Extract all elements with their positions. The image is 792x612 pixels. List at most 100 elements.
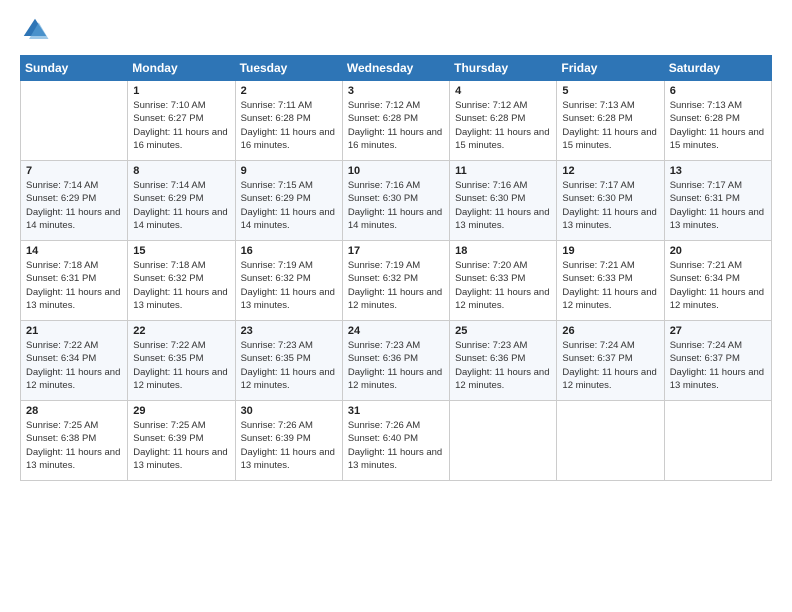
- day-info: Sunrise: 7:18 AMSunset: 6:31 PMDaylight:…: [26, 259, 122, 312]
- day-number: 25: [455, 325, 551, 337]
- day-number: 2: [241, 85, 337, 97]
- day-number: 6: [670, 85, 766, 97]
- day-number: 7: [26, 165, 122, 177]
- calendar-cell: 3Sunrise: 7:12 AMSunset: 6:28 PMDaylight…: [342, 81, 449, 161]
- calendar-cell: 13 Sunrise: 7:17 AMSunset: 6:31 PMDayligh…: [664, 161, 771, 241]
- day-number: 12: [562, 165, 658, 177]
- day-number: 26: [562, 325, 658, 337]
- calendar-table: SundayMondayTuesdayWednesdayThursdayFrid…: [20, 55, 772, 481]
- calendar-cell: 7Sunrise: 7:14 AMSunset: 6:29 PMDaylight…: [21, 161, 128, 241]
- day-number: 17: [348, 245, 444, 257]
- calendar-cell: 26 Sunrise: 7:24 AMSunset: 6:37 PMDayligh…: [557, 321, 664, 401]
- day-number: 19: [562, 245, 658, 257]
- calendar-cell: 5 Sunrise: 7:13 AMSunset: 6:28 PMDaylight…: [557, 81, 664, 161]
- calendar-header: SundayMondayTuesdayWednesdayThursdayFrid…: [21, 56, 772, 81]
- calendar-cell: 14Sunrise: 7:18 AMSunset: 6:31 PMDayligh…: [21, 241, 128, 321]
- day-number: 28: [26, 405, 122, 417]
- calendar-cell: 30 Sunrise: 7:26 AMSunset: 6:39 PMDayligh…: [235, 401, 342, 481]
- day-number: 10: [348, 165, 444, 177]
- calendar-cell: 22Sunrise: 7:22 AMSunset: 6:35 PMDayligh…: [128, 321, 235, 401]
- weekday-header-sunday: Sunday: [21, 56, 128, 81]
- day-number: 1: [133, 85, 229, 97]
- day-info: Sunrise: 7:14 AMSunset: 6:29 PMDaylight:…: [133, 179, 229, 232]
- weekday-header-tuesday: Tuesday: [235, 56, 342, 81]
- calendar-body: 1Sunrise: 7:10 AMSunset: 6:27 PMDaylight…: [21, 81, 772, 481]
- day-info: Sunrise: 7:16 AMSunset: 6:30 PMDaylight:…: [348, 179, 444, 232]
- day-number: 15: [133, 245, 229, 257]
- day-info: Sunrise: 7:18 AMSunset: 6:32 PMDaylight:…: [133, 259, 229, 312]
- calendar-cell: 21Sunrise: 7:22 AMSunset: 6:34 PMDayligh…: [21, 321, 128, 401]
- calendar-cell: 20 Sunrise: 7:21 AMSunset: 6:34 PMDayligh…: [664, 241, 771, 321]
- calendar-cell: 25 Sunrise: 7:23 AMSunset: 6:36 PMDayligh…: [450, 321, 557, 401]
- calendar-cell: 6Sunrise: 7:13 AMSunset: 6:28 PMDaylight…: [664, 81, 771, 161]
- weekday-header-wednesday: Wednesday: [342, 56, 449, 81]
- day-info: Sunrise: 7:21 AMSunset: 6:33 PMDaylight:…: [562, 259, 658, 312]
- day-number: 18: [455, 245, 551, 257]
- weekday-header-monday: Monday: [128, 56, 235, 81]
- day-number: 24: [348, 325, 444, 337]
- day-number: 4: [455, 85, 551, 97]
- day-info: Sunrise: 7:23 AMSunset: 6:36 PMDaylight:…: [455, 339, 551, 392]
- day-info: Sunrise: 7:25 AMSunset: 6:39 PMDaylight:…: [133, 419, 229, 472]
- calendar-cell: 19 Sunrise: 7:21 AMSunset: 6:33 PMDayligh…: [557, 241, 664, 321]
- day-info: Sunrise: 7:19 AMSunset: 6:32 PMDaylight:…: [241, 259, 337, 312]
- weekday-header-friday: Friday: [557, 56, 664, 81]
- day-number: 9: [241, 165, 337, 177]
- calendar-cell: 29 Sunrise: 7:25 AMSunset: 6:39 PMDayligh…: [128, 401, 235, 481]
- calendar-cell: [557, 401, 664, 481]
- calendar-cell: 12 Sunrise: 7:17 AMSunset: 6:30 PMDayligh…: [557, 161, 664, 241]
- calendar-week-5: 28 Sunrise: 7:25 AMSunset: 6:38 PMDayligh…: [21, 401, 772, 481]
- calendar-cell: 9 Sunrise: 7:15 AMSunset: 6:29 PMDaylight…: [235, 161, 342, 241]
- day-number: 13: [670, 165, 766, 177]
- day-info: Sunrise: 7:17 AMSunset: 6:31 PMDaylight:…: [670, 179, 766, 232]
- calendar-week-2: 7 Sunrise: 7:14 AMSunset: 6:29 PMDaylight…: [21, 161, 772, 241]
- calendar-cell: [450, 401, 557, 481]
- day-info: Sunrise: 7:16 AMSunset: 6:30 PMDaylight:…: [455, 179, 551, 232]
- day-number: 5: [562, 85, 658, 97]
- day-info: Sunrise: 7:22 AMSunset: 6:34 PMDaylight:…: [26, 339, 122, 392]
- day-info: Sunrise: 7:23 AMSunset: 6:36 PMDaylight:…: [348, 339, 444, 392]
- calendar-cell: 23Sunrise: 7:23 AMSunset: 6:35 PMDayligh…: [235, 321, 342, 401]
- weekday-header-thursday: Thursday: [450, 56, 557, 81]
- day-info: Sunrise: 7:15 AMSunset: 6:29 PMDaylight:…: [241, 179, 337, 232]
- day-info: Sunrise: 7:21 AMSunset: 6:34 PMDaylight:…: [670, 259, 766, 312]
- calendar-cell: 2 Sunrise: 7:11 AMSunset: 6:28 PMDaylight…: [235, 81, 342, 161]
- day-info: Sunrise: 7:22 AMSunset: 6:35 PMDaylight:…: [133, 339, 229, 392]
- calendar-cell: 1Sunrise: 7:10 AMSunset: 6:27 PMDaylight…: [128, 81, 235, 161]
- calendar-cell: 16 Sunrise: 7:19 AMSunset: 6:32 PMDayligh…: [235, 241, 342, 321]
- calendar-cell: [21, 81, 128, 161]
- day-info: Sunrise: 7:23 AMSunset: 6:35 PMDaylight:…: [241, 339, 337, 392]
- calendar-cell: 4 Sunrise: 7:12 AMSunset: 6:28 PMDaylight…: [450, 81, 557, 161]
- calendar-week-4: 21Sunrise: 7:22 AMSunset: 6:34 PMDayligh…: [21, 321, 772, 401]
- weekday-header-saturday: Saturday: [664, 56, 771, 81]
- day-info: Sunrise: 7:13 AMSunset: 6:28 PMDaylight:…: [562, 99, 658, 152]
- day-number: 16: [241, 245, 337, 257]
- day-number: 31: [348, 405, 444, 417]
- calendar-cell: 24 Sunrise: 7:23 AMSunset: 6:36 PMDayligh…: [342, 321, 449, 401]
- calendar-cell: 18Sunrise: 7:20 AMSunset: 6:33 PMDayligh…: [450, 241, 557, 321]
- calendar-week-1: 1Sunrise: 7:10 AMSunset: 6:27 PMDaylight…: [21, 81, 772, 161]
- day-info: Sunrise: 7:19 AMSunset: 6:32 PMDaylight:…: [348, 259, 444, 312]
- day-number: 30: [241, 405, 337, 417]
- day-info: Sunrise: 7:17 AMSunset: 6:30 PMDaylight:…: [562, 179, 658, 232]
- day-info: Sunrise: 7:12 AMSunset: 6:28 PMDaylight:…: [348, 99, 444, 152]
- day-info: Sunrise: 7:26 AMSunset: 6:39 PMDaylight:…: [241, 419, 337, 472]
- day-info: Sunrise: 7:12 AMSunset: 6:28 PMDaylight:…: [455, 99, 551, 152]
- calendar-week-3: 14Sunrise: 7:18 AMSunset: 6:31 PMDayligh…: [21, 241, 772, 321]
- weekday-row: SundayMondayTuesdayWednesdayThursdayFrid…: [21, 56, 772, 81]
- day-number: 8: [133, 165, 229, 177]
- page: SundayMondayTuesdayWednesdayThursdayFrid…: [0, 0, 792, 612]
- day-number: 29: [133, 405, 229, 417]
- calendar-cell: [664, 401, 771, 481]
- day-info: Sunrise: 7:24 AMSunset: 6:37 PMDaylight:…: [562, 339, 658, 392]
- day-number: 11: [455, 165, 551, 177]
- logo: [20, 15, 54, 45]
- logo-icon: [20, 15, 50, 45]
- calendar-cell: 28 Sunrise: 7:25 AMSunset: 6:38 PMDayligh…: [21, 401, 128, 481]
- day-info: Sunrise: 7:11 AMSunset: 6:28 PMDaylight:…: [241, 99, 337, 152]
- header: [20, 15, 772, 45]
- day-info: Sunrise: 7:25 AMSunset: 6:38 PMDaylight:…: [26, 419, 122, 472]
- day-number: 20: [670, 245, 766, 257]
- calendar-cell: 11 Sunrise: 7:16 AMSunset: 6:30 PMDayligh…: [450, 161, 557, 241]
- day-number: 27: [670, 325, 766, 337]
